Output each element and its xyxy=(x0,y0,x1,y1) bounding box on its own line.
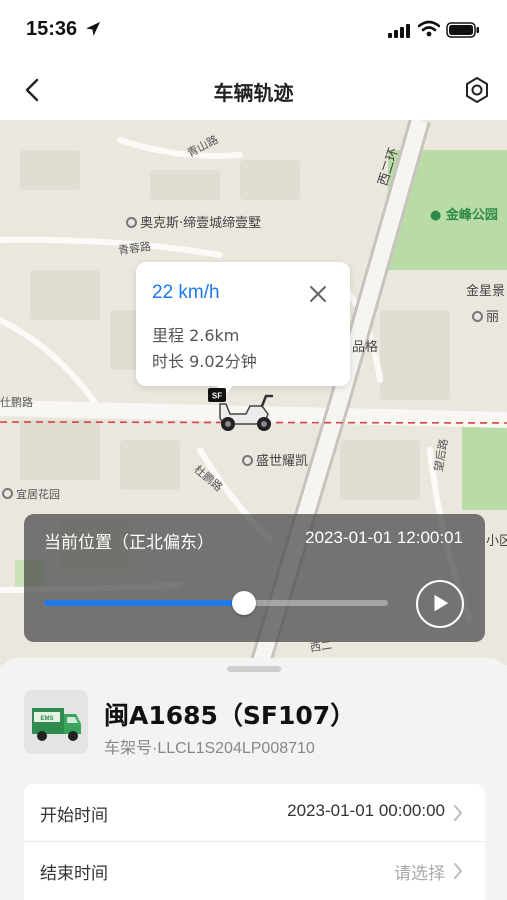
time-range-card: 开始时间 2023-01-01 00:00:00 结束时间 请选择 xyxy=(24,784,485,900)
start-time-value: 2023-01-01 00:00:00 xyxy=(287,801,445,820)
nav-bar: 车辆轨迹 xyxy=(0,60,507,120)
svg-text:EMS: EMS xyxy=(40,716,53,722)
vehicle-name: 闽A1685（SF107） xyxy=(104,701,356,730)
map-label: ● 金峰公园 xyxy=(430,208,498,223)
chevron-right-icon xyxy=(454,863,462,879)
chevron-right-icon xyxy=(454,805,462,821)
start-time-label: 开始时间 xyxy=(40,806,108,826)
map-label: 金星景 xyxy=(466,284,506,299)
close-icon[interactable] xyxy=(306,282,330,306)
map-label: 品格 xyxy=(352,340,379,355)
status-time: 15:36 xyxy=(26,18,78,40)
ev-van-icon: EMS xyxy=(24,690,88,754)
cellular-signal-icon xyxy=(388,24,410,38)
trip-info-popup: 22 km/h 里程 2.6km 时长 9.02分钟 xyxy=(136,262,350,395)
progress-fill xyxy=(44,600,244,606)
end-time-label: 结束时间 xyxy=(40,864,108,884)
svg-text:SF: SF xyxy=(212,392,222,401)
map-label: 盛世耀凯 xyxy=(242,450,308,469)
map-label: 丽 xyxy=(472,306,499,325)
current-position-label: 当前位置（正北偏东） xyxy=(44,533,214,553)
map-label: 仕鹏路 xyxy=(0,396,33,409)
progress-thumb[interactable] xyxy=(231,591,256,615)
wifi-icon xyxy=(418,20,440,37)
map-label: 奥克斯·缔壹城缔壹墅 xyxy=(126,212,261,231)
play-button[interactable] xyxy=(416,580,464,628)
duration-value: 时长 9.02分钟 xyxy=(152,352,257,371)
vehicle-frame-number: 车架号·LLCL1S204LP008710 xyxy=(104,740,315,757)
vehicle-sheet: EMS 闽A1685（SF107） 车架号·LLCL1S204LP008710 … xyxy=(0,658,507,900)
sheet-grabber[interactable] xyxy=(227,666,281,672)
speed-value: 22 km/h xyxy=(152,282,220,303)
battery-icon xyxy=(446,22,479,38)
map-label: 宜居花园 xyxy=(2,486,60,502)
scooter-marker-icon[interactable]: SF xyxy=(206,384,278,434)
map-label: 小区 xyxy=(486,534,507,549)
end-time-placeholder: 请选择 xyxy=(394,864,445,884)
settings-icon[interactable] xyxy=(462,74,492,106)
page-title: 车辆轨迹 xyxy=(213,81,294,105)
location-arrow-icon xyxy=(86,22,100,36)
progress-track[interactable] xyxy=(44,600,388,606)
end-time-row[interactable]: 结束时间 请选择 xyxy=(24,842,485,900)
status-bar: 15:36 xyxy=(0,0,507,60)
playback-panel: 当前位置（正北偏东） 2023-01-01 12:00:01 xyxy=(24,514,485,642)
start-time-row[interactable]: 开始时间 2023-01-01 00:00:00 xyxy=(24,784,485,842)
mileage-value: 里程 2.6km xyxy=(152,326,240,345)
playback-timestamp: 2023-01-01 12:00:01 xyxy=(305,528,463,547)
